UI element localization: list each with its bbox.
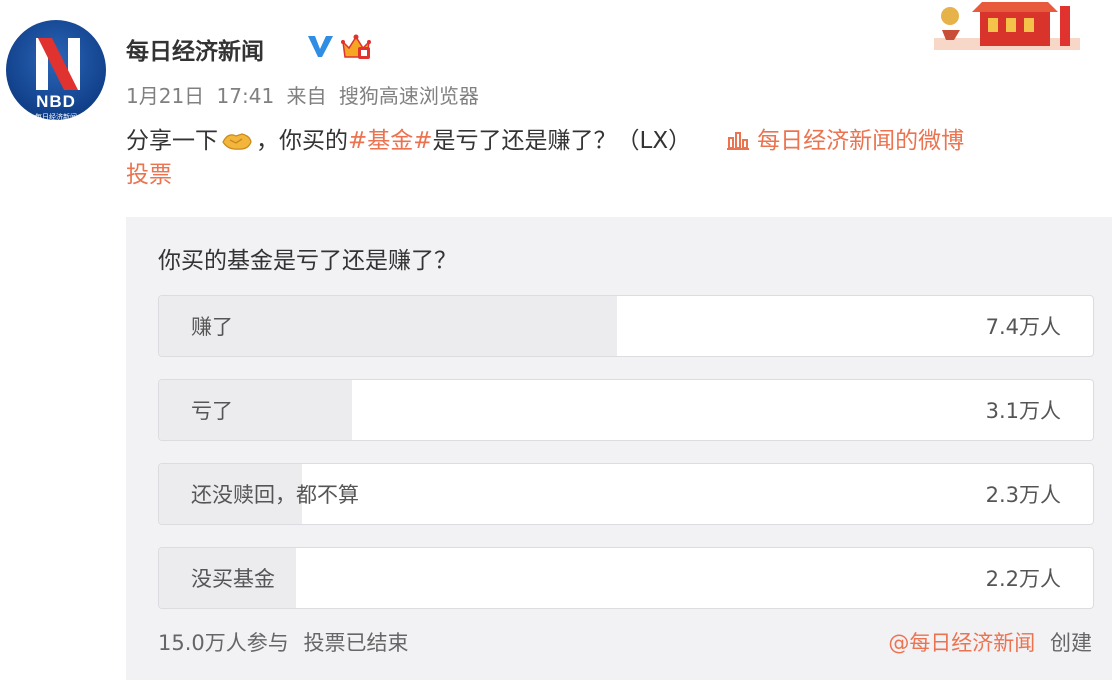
vip-crown-icon[interactable] [340, 32, 374, 62]
poll-option-bar [159, 380, 353, 440]
weibo-post: NBD 每日经济新闻 每日经济新闻 1月21日 17:41 来自 搜狗高速浏览器… [0, 0, 1112, 698]
handshake-emoji-icon [222, 133, 252, 150]
poll-card: 你买的基金是亏了还是赚了？ 赚了 7.4万人 亏了 3.1万人 还没赎回，都不算… [126, 217, 1112, 680]
avatar-logo-subtext: 每日经济新闻 [35, 113, 77, 120]
poll-status: 投票已结束 [303, 631, 409, 655]
post-time[interactable]: 17:41 [217, 84, 275, 108]
poll-option-label: 亏了 [191, 399, 233, 423]
poll-footer: 15.0万人参与 投票已结束 [158, 627, 416, 657]
post-text: 分享一下 ，你买的#基金#是亏了还是赚了？（LX） 每日经济新闻的微博 投票 [126, 124, 1106, 192]
avatar-logo-text: NBD [36, 92, 76, 111]
poll-icon [727, 132, 750, 150]
poll-option[interactable]: 还没赎回，都不算 2.3万人 [158, 463, 1094, 525]
poll-creator-suffix: 创建 [1050, 631, 1092, 655]
vote-link[interactable]: 投票 [126, 162, 172, 188]
source-link-label: 每日经济新闻的微博 [757, 128, 965, 154]
post-from-label: 来自 [286, 84, 327, 108]
poll-creator: @每日经济新闻 创建 [888, 627, 1092, 657]
user-name[interactable]: 每日经济新闻 [126, 32, 264, 66]
post-text-suffix: 是亏了还是赚了？（LX） [432, 128, 692, 154]
source-link[interactable]: 每日经济新闻的微博 [727, 128, 964, 154]
poll-option-count: 7.4万人 [985, 315, 1061, 339]
verified-icon[interactable] [306, 33, 334, 59]
poll-option[interactable]: 亏了 3.1万人 [158, 379, 1094, 441]
poll-option-count: 2.3万人 [985, 483, 1061, 507]
hashtag-link[interactable]: #基金# [348, 128, 433, 154]
post-date[interactable]: 1月21日 [126, 84, 204, 108]
post-meta: 1月21日 17:41 来自 搜狗高速浏览器 [126, 80, 485, 109]
festival-banner-icon [928, 0, 1086, 50]
poll-option[interactable]: 没买基金 2.2万人 [158, 547, 1094, 609]
poll-option[interactable]: 赚了 7.4万人 [158, 295, 1094, 357]
poll-participants: 15.0万人参与 [158, 631, 289, 655]
poll-question: 你买的基金是亏了还是赚了？ [158, 248, 457, 274]
poll-option-label: 赚了 [191, 315, 233, 339]
post-source[interactable]: 搜狗高速浏览器 [339, 84, 479, 108]
nbd-logo-icon [36, 38, 80, 90]
poll-option-label: 还没赎回，都不算 [191, 483, 359, 507]
post-text-middle: ，你买的 [256, 128, 348, 154]
poll-option-count: 3.1万人 [985, 399, 1061, 423]
poll-option-count: 2.2万人 [985, 567, 1061, 591]
poll-option-label: 没买基金 [191, 567, 275, 591]
post-text-prefix: 分享一下 [126, 128, 218, 154]
avatar[interactable]: NBD 每日经济新闻 [6, 20, 106, 120]
poll-creator-link[interactable]: @每日经济新闻 [888, 631, 1035, 655]
